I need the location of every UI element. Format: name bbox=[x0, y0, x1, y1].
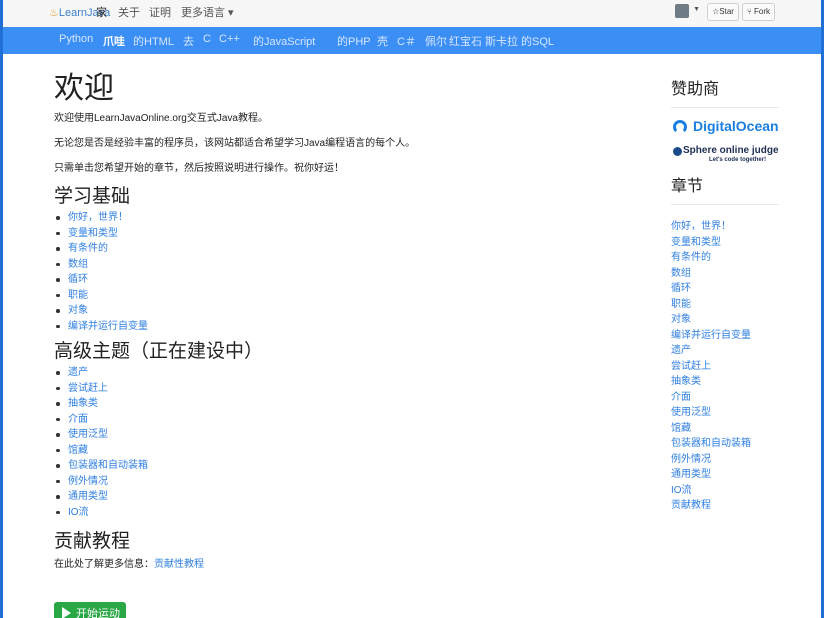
sphere-logo-icon bbox=[673, 147, 682, 156]
translate-icon[interactable] bbox=[675, 4, 690, 18]
lang-shell[interactable]: 壳 bbox=[377, 33, 388, 49]
start-exercise-button[interactable]: 开始运动 bbox=[54, 602, 126, 618]
sponsor-digitalocean[interactable]: DigitalOcean bbox=[671, 116, 779, 140]
digitalocean-logo-icon bbox=[673, 120, 687, 134]
intro-welcome: 欢迎使用LearnJavaOnline.org交互式Java教程。 bbox=[54, 113, 268, 124]
nav-more-languages[interactable]: 更多语言 ▾ bbox=[181, 4, 234, 20]
list-item[interactable]: 你好，世界！ bbox=[56, 210, 614, 226]
chapter-link[interactable]: 循环 bbox=[671, 281, 779, 297]
chapter-link[interactable]: 使用泛型 bbox=[671, 405, 779, 421]
list-item[interactable]: 遗产 bbox=[56, 365, 614, 381]
intro-audience: 无论您是否是经验丰富的程序员，该网站都适合希望学习Java编程语言的每个人。 bbox=[54, 138, 416, 149]
lang-javascript[interactable]: 的JavaScript bbox=[253, 33, 315, 49]
language-bar: Python 爪哇 的HTML 去 C C++ 的JavaScript 的PHP… bbox=[3, 27, 821, 54]
contribute-text: 在此处了解更多信息：贡献性教程 bbox=[54, 558, 614, 572]
list-item[interactable]: 循环 bbox=[56, 272, 614, 288]
chapters-heading: 章节 bbox=[671, 178, 704, 195]
main-content: 欢迎 欢迎使用LearnJavaOnline.org交互式Java教程。 无论您… bbox=[54, 70, 614, 572]
digitalocean-name: DigitalOcean bbox=[693, 118, 779, 134]
chapter-link[interactable]: 贡献教程 bbox=[671, 498, 779, 514]
chapter-link[interactable]: 介面 bbox=[671, 390, 779, 406]
lang-sql[interactable]: 的SQL bbox=[521, 33, 554, 49]
advanced-list: 遗产 尝试赶上 抽象类 介面 使用泛型 馆藏 包装器和自动装箱 例外情况 通用类… bbox=[54, 365, 614, 520]
chapter-link[interactable]: 馆藏 bbox=[671, 421, 779, 437]
chapter-link[interactable]: 变量和类型 bbox=[671, 235, 779, 251]
contribute-heading: 贡献教程 bbox=[54, 531, 131, 552]
list-item[interactable]: 抽象类 bbox=[56, 396, 614, 412]
lang-go[interactable]: 去 bbox=[183, 33, 194, 49]
lang-java[interactable]: 爪哇 bbox=[103, 33, 125, 49]
chapter-link[interactable]: 通用类型 bbox=[671, 467, 779, 483]
chevron-down-icon[interactable]: ▼ bbox=[693, 6, 700, 13]
fork-icon: ⑂ bbox=[746, 7, 752, 16]
basics-heading: 学习基础 bbox=[54, 186, 131, 207]
nav-certify[interactable]: 证明 bbox=[149, 4, 171, 20]
top-navbar: ♨LearnJava 家 关于 证明 更多语言 ▾ ▼ ☆Star ⑂ Fork bbox=[3, 0, 821, 28]
lang-cpp[interactable]: C++ bbox=[219, 33, 240, 45]
sidebar: 赞助商 DigitalOcean Sphere online judge Let… bbox=[671, 79, 779, 514]
chapter-link[interactable]: 包装器和自动装箱 bbox=[671, 436, 779, 452]
sponsors-heading: 赞助商 bbox=[671, 81, 720, 98]
list-item[interactable]: 对象 bbox=[56, 303, 614, 319]
list-item[interactable]: 数组 bbox=[56, 257, 614, 273]
github-fork-button[interactable]: ⑂ Fork bbox=[741, 3, 775, 21]
page-title: 欢迎 bbox=[54, 72, 114, 105]
start-button-label: 开始运动 bbox=[76, 608, 120, 618]
intro-instructions: 只需单击您希望开始的章节，然后按照说明进行操作。祝你好运！ bbox=[54, 163, 344, 174]
chapter-link[interactable]: 有条件的 bbox=[671, 250, 779, 266]
github-star-button[interactable]: ☆Star bbox=[707, 3, 739, 21]
list-item[interactable]: 职能 bbox=[56, 288, 614, 304]
nav-about[interactable]: 关于 bbox=[118, 4, 140, 20]
chapter-link[interactable]: 数组 bbox=[671, 266, 779, 282]
browser-viewport: ♨LearnJava 家 关于 证明 更多语言 ▾ ▼ ☆Star ⑂ Fork P… bbox=[3, 0, 821, 618]
lang-perl[interactable]: 佩尔 bbox=[425, 33, 447, 49]
chapter-link[interactable]: 对象 bbox=[671, 312, 779, 328]
java-cup-icon: ♨ bbox=[49, 7, 59, 19]
sphere-tagline: Let's code together! bbox=[709, 157, 767, 163]
chapter-link[interactable]: 抽象类 bbox=[671, 374, 779, 390]
chapter-link[interactable]: 遗产 bbox=[671, 343, 779, 359]
lang-python[interactable]: Python bbox=[59, 33, 93, 45]
list-item[interactable]: 编译并运行自变量 bbox=[56, 319, 614, 335]
chapter-link[interactable]: 例外情况 bbox=[671, 452, 779, 468]
advanced-heading: 高级主题（正在建设中） bbox=[54, 341, 264, 362]
chapter-link[interactable]: 职能 bbox=[671, 297, 779, 313]
chapter-link[interactable]: 你好，世界！ bbox=[671, 219, 779, 235]
chapter-link[interactable]: IO流 bbox=[671, 483, 779, 499]
basics-list: 你好，世界！ 变量和类型 有条件的 数组 循环 职能 对象 编译并运行自变量 bbox=[54, 210, 614, 334]
sponsor-sphere-online-judge[interactable]: Sphere online judge Let's code together! bbox=[671, 144, 779, 170]
list-item[interactable]: 馆藏 bbox=[56, 443, 614, 459]
nav-home[interactable]: 家 bbox=[96, 4, 107, 20]
list-item[interactable]: 尝试赶上 bbox=[56, 381, 614, 397]
play-icon bbox=[62, 607, 71, 618]
fork-label: Fork bbox=[754, 7, 770, 16]
sphere-name: Sphere online judge bbox=[683, 145, 779, 156]
lang-scala[interactable]: 斯卡拉 bbox=[485, 33, 518, 49]
lang-php[interactable]: 的PHP bbox=[337, 33, 371, 49]
lang-ruby[interactable]: 红宝石 bbox=[449, 33, 482, 49]
list-item[interactable]: 有条件的 bbox=[56, 241, 614, 257]
list-item[interactable]: 介面 bbox=[56, 412, 614, 428]
contribute-label: 在此处了解更多信息： bbox=[54, 559, 154, 570]
chapter-link[interactable]: 编译并运行自变量 bbox=[671, 328, 779, 344]
list-item[interactable]: 例外情况 bbox=[56, 474, 614, 490]
contribute-link[interactable]: 贡献性教程 bbox=[154, 559, 204, 570]
chapter-list: 你好，世界！ 变量和类型 有条件的 数组 循环 职能 对象 编译并运行自变量 遗… bbox=[671, 219, 779, 514]
chapter-link[interactable]: 尝试赶上 bbox=[671, 359, 779, 375]
list-item[interactable]: 变量和类型 bbox=[56, 226, 614, 242]
lang-c[interactable]: C bbox=[203, 33, 211, 45]
topnav-right: ▼ ☆Star ⑂ Fork bbox=[675, 3, 775, 21]
list-item[interactable]: IO流 bbox=[56, 505, 614, 521]
list-item[interactable]: 使用泛型 bbox=[56, 427, 614, 443]
lang-csharp[interactable]: C＃ bbox=[397, 33, 416, 49]
lang-html[interactable]: 的HTML bbox=[133, 33, 174, 49]
list-item[interactable]: 包装器和自动装箱 bbox=[56, 458, 614, 474]
list-item[interactable]: 通用类型 bbox=[56, 489, 614, 505]
divider bbox=[671, 204, 779, 205]
divider bbox=[671, 107, 779, 108]
